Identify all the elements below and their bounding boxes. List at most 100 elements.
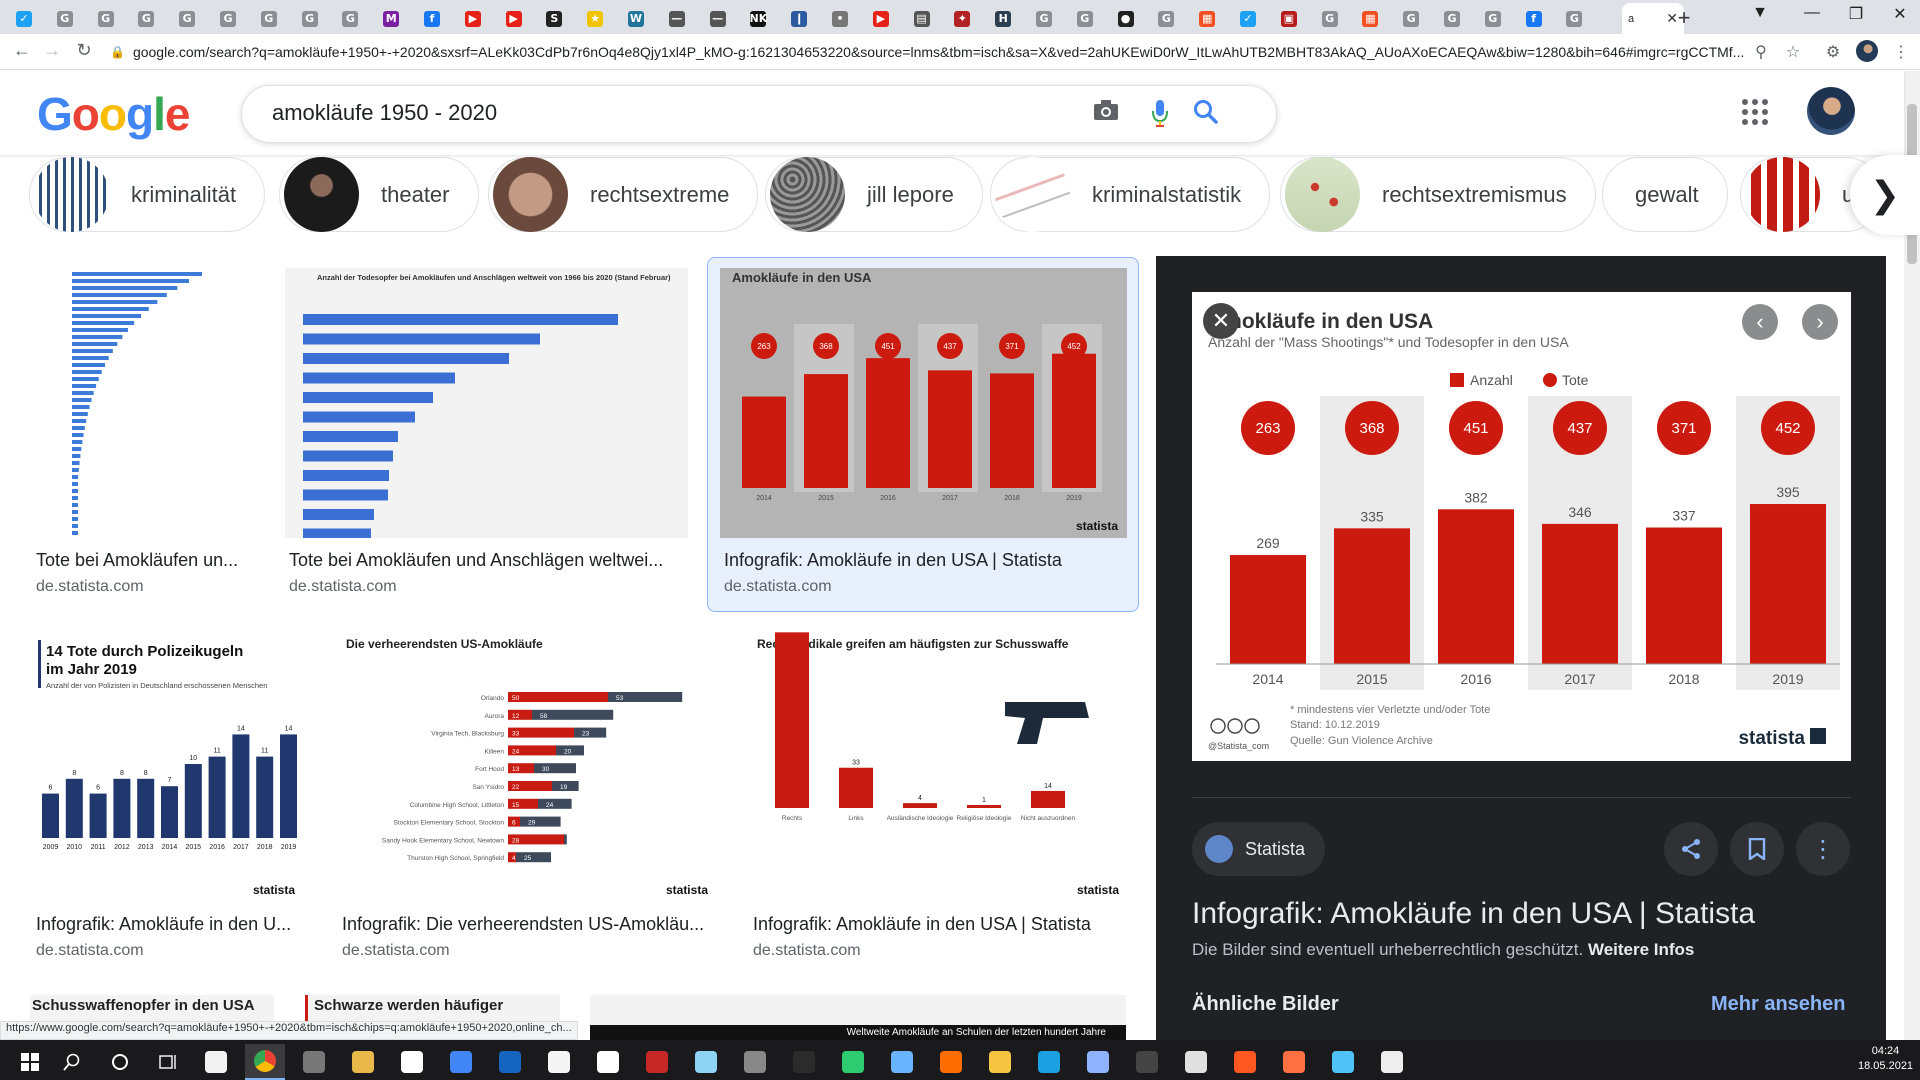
share-icon[interactable] — [1664, 822, 1718, 876]
more-options-icon[interactable]: ⋮ — [1796, 822, 1850, 876]
result-thumbnail[interactable]: Rechtsradikale greifen am häufigsten zur… — [747, 632, 1127, 902]
previous-image-icon[interactable]: ‹ — [1742, 304, 1778, 340]
browser-tab[interactable]: G — [1024, 3, 1064, 34]
taskbar-app-icon[interactable] — [588, 1044, 628, 1080]
browser-tab[interactable]: ▶ — [861, 3, 901, 34]
see-more-link[interactable]: Mehr ansehen — [1711, 993, 1845, 1016]
google-apps-icon[interactable] — [1742, 99, 1768, 125]
browser-tab[interactable]: ▶ — [494, 3, 534, 34]
result-thumbnail[interactable]: Amokläufe in den USA 263 2014 368 2015 451 201… — [720, 268, 1127, 538]
browser-tab[interactable]: — — [657, 3, 697, 34]
browser-tab[interactable]: G — [1146, 3, 1186, 34]
browser-tab[interactable]: G — [126, 3, 166, 34]
preview-title[interactable]: Infografik: Amokläufe in den USA | Stati… — [1192, 897, 1755, 931]
chevron-right-icon[interactable]: ❯ — [1850, 155, 1920, 235]
taskbar-app-icon[interactable] — [1372, 1044, 1412, 1080]
save-bookmark-icon[interactable] — [1730, 822, 1784, 876]
result-title[interactable]: Tote bei Amokläufen un... — [36, 550, 256, 571]
taskbar-app-icon[interactable] — [1225, 1044, 1265, 1080]
result-thumbnail[interactable]: Anzahl der Todesopfer bei Amokläufen und… — [285, 268, 688, 538]
browser-tab[interactable]: G — [208, 3, 248, 34]
result-thumbnail[interactable] — [30, 268, 254, 538]
browser-tab[interactable]: G — [1391, 3, 1431, 34]
taskbar-app-icon[interactable] — [735, 1044, 775, 1080]
browser-tab[interactable]: ▤ — [902, 3, 942, 34]
browser-tab[interactable]: ✓ — [1228, 3, 1268, 34]
browser-tab[interactable]: G — [86, 3, 126, 34]
tab-search-icon[interactable]: ▼ — [1740, 4, 1780, 22]
back-icon[interactable]: ← — [10, 40, 34, 61]
taskbar-app-icon[interactable] — [441, 1044, 481, 1080]
browser-tab[interactable]: G — [1473, 3, 1513, 34]
zoom-icon[interactable]: ⚲ — [1750, 42, 1772, 62]
taskbar-app-icon[interactable] — [343, 1044, 383, 1080]
reload-icon[interactable]: ↻ — [72, 40, 96, 61]
chip-rechtsextremismus[interactable]: rechtsextremismus — [1280, 157, 1596, 232]
browser-tab[interactable]: NK — [738, 3, 778, 34]
taskbar-app-icon[interactable] — [931, 1044, 971, 1080]
url-text[interactable]: google.com/search?q=amokläufe+1950+-+202… — [133, 44, 1753, 60]
taskbar-app-icon[interactable] — [196, 1044, 236, 1080]
camera-icon[interactable] — [1090, 99, 1122, 128]
restore-button[interactable]: ❐ — [1836, 4, 1876, 24]
more-info-link[interactable]: Weitere Infos — [1588, 940, 1694, 959]
chip-gewalt[interactable]: gewalt — [1602, 157, 1728, 232]
microphone-icon[interactable] — [1144, 99, 1176, 134]
browser-profile-avatar[interactable] — [1856, 40, 1878, 62]
browser-tab[interactable]: G — [1310, 3, 1350, 34]
result-thumbnail[interactable]: Die verheerendsten US-Amokläufe Orlando 50… — [336, 632, 717, 902]
taskbar-app-icon[interactable] — [686, 1044, 726, 1080]
taskbar-app-icon[interactable] — [1176, 1044, 1216, 1080]
browser-tab[interactable]: f — [1514, 3, 1554, 34]
chip-kriminalität[interactable]: kriminalität — [29, 157, 266, 232]
account-avatar[interactable] — [1807, 87, 1855, 135]
taskbar-app-icon[interactable] — [637, 1044, 677, 1080]
taskbar-app-icon[interactable] — [392, 1044, 432, 1080]
search-icon[interactable] — [52, 1044, 92, 1080]
minimize-button[interactable]: — — [1792, 4, 1832, 22]
browser-tab[interactable]: ✦ — [942, 3, 982, 34]
browser-tab[interactable]: G — [1554, 3, 1594, 34]
menu-icon[interactable]: ⋮ — [1890, 42, 1912, 62]
taskbar-app-icon[interactable] — [539, 1044, 579, 1080]
result-title[interactable]: Infografik: Amokläufe in den USA | Stati… — [753, 914, 1123, 935]
taskbar-app-icon[interactable] — [245, 1044, 285, 1080]
browser-tab[interactable]: M — [371, 3, 411, 34]
browser-tab[interactable]: — — [698, 3, 738, 34]
chip-jill-lepore[interactable]: jill lepore — [765, 157, 983, 232]
browser-tab[interactable]: ▣ — [1269, 3, 1309, 34]
browser-tab[interactable]: ▶ — [453, 3, 493, 34]
source-chip[interactable]: Statista — [1192, 822, 1326, 876]
taskbar-app-icon[interactable] — [784, 1044, 824, 1080]
browser-tab[interactable]: G — [1432, 3, 1472, 34]
taskbar-app-icon[interactable] — [882, 1044, 922, 1080]
taskbar-app-icon[interactable] — [1029, 1044, 1069, 1080]
browser-tab[interactable]: ▦ — [1187, 3, 1227, 34]
next-image-icon[interactable]: › — [1802, 304, 1838, 340]
windows-start-icon[interactable] — [10, 1044, 50, 1080]
taskbar-app-icon[interactable] — [1078, 1044, 1118, 1080]
browser-tab[interactable]: • — [820, 3, 860, 34]
browser-tab[interactable]: ❙ — [779, 3, 819, 34]
browser-tab[interactable]: ✓ — [4, 3, 44, 34]
google-logo[interactable]: Google — [37, 87, 190, 141]
cortana-icon[interactable] — [100, 1044, 140, 1080]
address-bar[interactable]: 🔒 google.com/search?q=amokläufe+1950+-+2… — [110, 38, 1794, 66]
extensions-icon[interactable]: ⚙ — [1822, 42, 1844, 62]
browser-tab[interactable]: G — [249, 3, 289, 34]
taskbar-app-icon[interactable] — [294, 1044, 334, 1080]
browser-tab[interactable]: G — [45, 3, 85, 34]
search-icon[interactable] — [1190, 99, 1222, 132]
close-window-button[interactable]: ✕ — [1880, 4, 1920, 24]
partial-result-thumbnail[interactable]: Schwarze werden häufiger — [305, 995, 560, 1021]
result-title[interactable]: Tote bei Amokläufen und Anschlägen weltw… — [289, 550, 684, 571]
close-preview-icon[interactable]: ✕ — [1203, 303, 1239, 339]
browser-tab[interactable]: G — [1065, 3, 1105, 34]
browser-tab[interactable]: G — [330, 3, 370, 34]
chip-rechtsextreme[interactable]: rechtsextreme — [488, 157, 759, 232]
browser-tab[interactable]: G — [167, 3, 207, 34]
result-title[interactable]: Infografik: Amokläufe in den USA | Stati… — [724, 550, 1119, 571]
browser-tab[interactable]: ▦ — [1350, 3, 1390, 34]
browser-tab[interactable]: ★ — [575, 3, 615, 34]
taskbar-app-icon[interactable] — [1127, 1044, 1167, 1080]
